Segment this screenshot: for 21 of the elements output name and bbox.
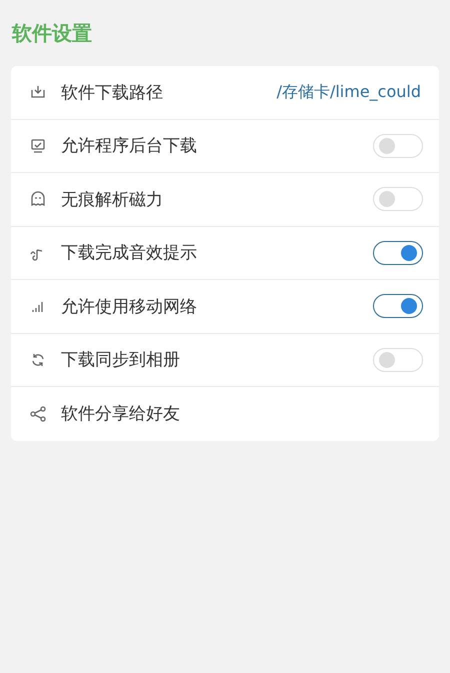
toggle-switch[interactable] [373,294,423,318]
settings-row[interactable]: 软件下载路径 /存储卡/lime_could [11,66,439,120]
setting-label: 软件下载路径 [61,82,164,104]
setting-label: 下载同步到相册 [61,349,181,372]
settings-row[interactable]: 允许使用移动网络 [11,280,439,334]
setting-label: 无痕解析磁力 [61,188,164,211]
setting-label: 下载完成音效提示 [61,242,198,264]
page-title: 软件设置 [10,20,93,47]
settings-row[interactable]: 下载完成音效提示 [11,226,439,280]
toggle-switch[interactable] [373,240,423,265]
setting-label: 允许使用移动网络 [61,296,198,318]
setting-label: 允许程序后台下载 [61,135,198,158]
settings-row[interactable]: 无痕解析磁力 [11,173,439,226]
settings-row[interactable]: 允许程序后台下载 [11,120,439,173]
ghost-icon [29,190,47,208]
setting-label: 软件分享给好友 [61,403,181,426]
share-icon [29,404,47,423]
path-value: /存储卡/lime_could [276,82,421,103]
settings-row[interactable]: 软件分享给好友 [11,387,439,440]
settings-row[interactable]: 下载同步到相册 [11,334,439,387]
monitor-icon [29,136,47,155]
